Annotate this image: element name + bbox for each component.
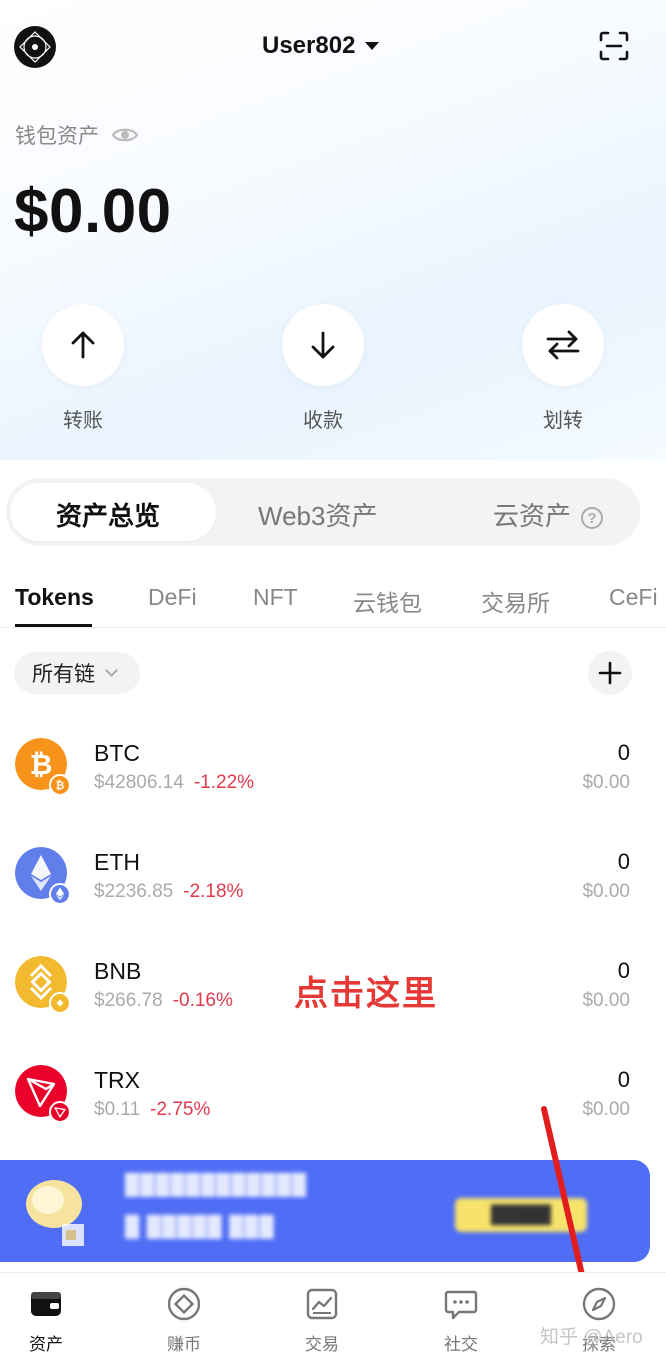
tab-defi[interactable]: DeFi — [148, 584, 197, 611]
receive-circle — [282, 304, 364, 386]
trade-icon — [306, 1288, 338, 1320]
earn-icon — [167, 1287, 201, 1321]
compass-icon — [582, 1287, 616, 1321]
add-token-button[interactable] — [588, 651, 632, 695]
svg-text:₿: ₿ — [56, 779, 65, 792]
token-change: -1.22% — [193, 772, 255, 793]
promo-banner[interactable]: ████████████ █ █████ ███ █████ — [0, 1160, 650, 1262]
token-amount: 0 — [617, 958, 630, 983]
segment-web3-assets[interactable]: Web3资产 — [258, 496, 377, 533]
tab-tokens[interactable]: Tokens — [15, 584, 94, 611]
token-price-line: $2236.85 -2.18% — [94, 881, 243, 903]
transfer-label: 转账 — [63, 410, 103, 432]
token-price: $42806.14 — [94, 772, 184, 793]
scan-icon[interactable] — [598, 30, 630, 62]
token-amount: 0 — [617, 740, 630, 765]
token-symbol: BNB — [94, 958, 142, 984]
tab-cloud-wallet[interactable]: 云钱包 — [353, 584, 422, 618]
chat-icon — [444, 1290, 478, 1320]
tab-cefi[interactable]: CeFi — [609, 584, 658, 611]
token-value: $0.00 — [582, 881, 630, 902]
caret-down-icon — [365, 42, 380, 50]
annotation-click-here: 点击这里 — [294, 975, 438, 1013]
account-selector[interactable]: User802 — [262, 30, 380, 62]
segment-cloud-label: 云资产 — [493, 501, 572, 531]
segment-cloud-assets[interactable]: 云资产? — [493, 496, 604, 533]
token-price-line: $266.78 -0.16% — [94, 990, 233, 1012]
token-amount: 0 — [617, 1067, 630, 1092]
nav-social-label: 社交 — [444, 1335, 478, 1354]
token-row-trx[interactable]: TRX $0.11 -2.75% 0 $0.00 — [0, 1049, 666, 1149]
chain-filter-dropdown[interactable]: 所有链 — [14, 652, 140, 694]
banner-cta-button[interactable]: █████ — [455, 1198, 587, 1232]
token-change: -0.16% — [172, 990, 233, 1011]
wallet-assets-label: 钱包资产 — [15, 120, 139, 150]
bnb-chain-badge-icon — [49, 992, 71, 1014]
help-icon[interactable]: ? — [581, 507, 604, 530]
receive-label: 收款 — [303, 410, 343, 432]
svg-text:₿: ₿ — [30, 748, 53, 781]
trx-chain-badge-icon — [49, 1101, 71, 1123]
token-symbol: ETH — [94, 849, 140, 875]
wallet-label-text: 钱包资产 — [15, 125, 99, 148]
swap-transfer-button[interactable]: 划转 — [503, 304, 623, 433]
logo-glyph — [15, 27, 55, 67]
token-symbol: TRX — [94, 1067, 140, 1093]
token-price: $266.78 — [94, 990, 163, 1011]
token-symbol: BTC — [94, 740, 140, 766]
nav-assets[interactable]: 资产 — [0, 1286, 96, 1355]
eth-chain-badge-icon — [49, 883, 71, 905]
chain-filter-label: 所有链 — [32, 663, 95, 686]
tab-exchange[interactable]: 交易所 — [481, 584, 550, 618]
token-value: $0.00 — [582, 1099, 630, 1120]
token-row-eth[interactable]: ETH $2236.85 -2.18% 0 $0.00 — [0, 831, 666, 931]
nav-earn[interactable]: 赚币 — [134, 1286, 234, 1355]
token-price-line: $42806.14 -1.22% — [94, 772, 254, 794]
swap-transfer-label: 划转 — [543, 410, 583, 432]
swap-icon — [546, 330, 580, 360]
chevron-down-icon — [105, 664, 118, 677]
banner-illustration-icon — [26, 1180, 84, 1246]
segment-overview[interactable]: 资产总览 — [56, 496, 160, 533]
token-price-line: $0.11 -2.75% — [94, 1099, 210, 1121]
tab-divider — [0, 627, 666, 628]
arrow-up-icon — [71, 331, 95, 359]
nav-trade-label: 交易 — [305, 1335, 339, 1354]
token-row-btc[interactable]: ₿ ₿ BTC $42806.14 -1.22% 0 $0.00 — [0, 722, 666, 822]
transfer-button[interactable]: 转账 — [23, 304, 143, 433]
wallet-icon — [31, 1292, 61, 1316]
swap-circle — [522, 304, 604, 386]
username: User802 — [262, 32, 356, 59]
banner-headline: ████████████ — [125, 1174, 308, 1196]
eye-icon[interactable] — [111, 125, 139, 145]
arrow-down-icon — [311, 331, 335, 359]
nav-assets-label: 资产 — [29, 1335, 63, 1354]
banner-subline: █ █████ ███ — [125, 1216, 275, 1238]
transfer-circle — [42, 304, 124, 386]
watermark: 知乎 @Aero — [540, 1327, 643, 1348]
nav-trade[interactable]: 交易 — [272, 1286, 372, 1355]
receive-button[interactable]: 收款 — [263, 304, 383, 433]
token-value: $0.00 — [582, 990, 630, 1011]
token-change: -2.18% — [183, 881, 244, 902]
token-price: $0.11 — [94, 1099, 141, 1120]
token-amount: 0 — [617, 849, 630, 874]
btc-chain-badge-icon: ₿ — [49, 774, 71, 796]
token-value: $0.00 — [582, 772, 630, 793]
plus-icon — [598, 661, 622, 685]
app-logo-icon[interactable] — [14, 26, 56, 68]
nav-social[interactable]: 社交 — [411, 1286, 511, 1355]
tab-nft[interactable]: NFT — [253, 584, 298, 611]
wallet-balance: $0.00 — [14, 177, 172, 246]
token-price: $2236.85 — [94, 881, 174, 902]
token-change: -2.75% — [150, 1099, 211, 1120]
nav-earn-label: 赚币 — [167, 1335, 201, 1354]
